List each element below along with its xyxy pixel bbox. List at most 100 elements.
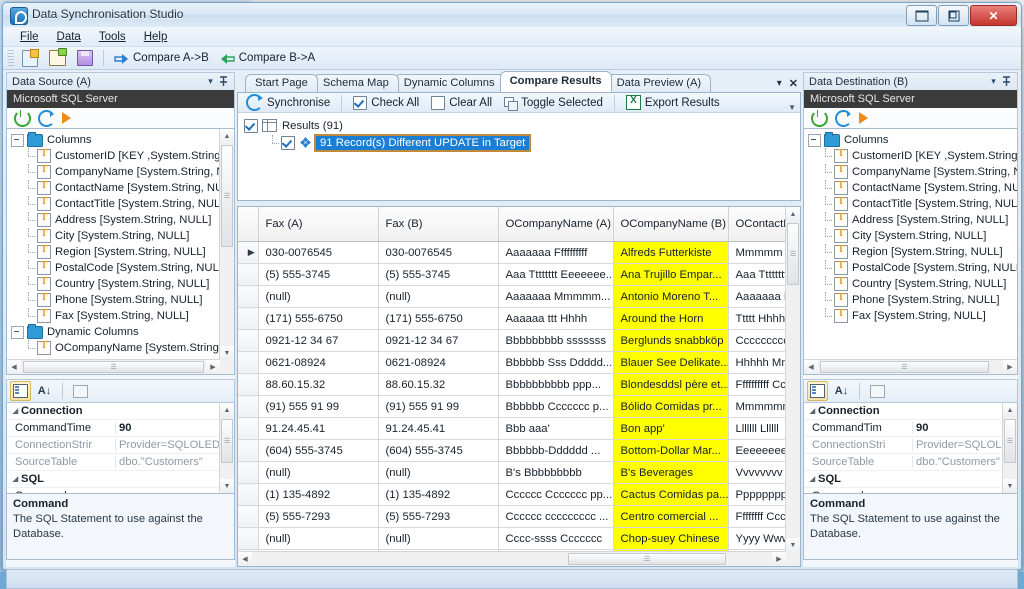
row-selector-cell[interactable]	[238, 484, 258, 506]
scroll-left-arrow[interactable]: ◀	[7, 360, 21, 374]
table-cell[interactable]: Aaa Tttttttt Eeeeeee...	[498, 264, 613, 286]
alphabetical-view-button[interactable]: A↓	[831, 381, 852, 401]
table-cell[interactable]: Bon app'	[613, 418, 728, 440]
expand-icon[interactable]: ◢	[807, 475, 818, 483]
tree-node-column[interactable]: Country [System.String, NULL]	[11, 276, 220, 292]
minimize-button[interactable]	[906, 5, 937, 26]
property-row[interactable]: ConnectionStriProvider=SQLOLEDB;[	[804, 437, 1003, 454]
table-cell[interactable]: Hhhhh Mmmm	[728, 352, 785, 374]
table-cell[interactable]: Aaaaaaa Mmmmm..	[728, 286, 785, 308]
pin-icon[interactable]	[1000, 75, 1013, 88]
row-selector-cell[interactable]	[238, 440, 258, 462]
table-cell[interactable]: 0921-12 34 67	[258, 330, 378, 352]
expand-icon[interactable]: ◢	[807, 407, 818, 415]
table-cell[interactable]: Bbbbbb Sss Ddddd...	[498, 352, 613, 374]
close-button[interactable]: ✕	[970, 5, 1017, 26]
synchronise-button[interactable]: Synchronise	[241, 93, 335, 112]
table-cell[interactable]: 030-0076545	[378, 242, 498, 264]
table-cell[interactable]: Berglunds snabbköp	[613, 330, 728, 352]
table-cell[interactable]: (604) 555-3745	[378, 440, 498, 462]
property-vertical-scrollbar[interactable]: ▲ ☰ ▼	[1002, 403, 1017, 493]
tree-horizontal-scrollbar[interactable]: ◀ ☰ ▶	[804, 359, 1017, 374]
table-cell[interactable]: Lllllll Llllll	[728, 418, 785, 440]
table-cell[interactable]: Antonio Moreno T...	[613, 286, 728, 308]
table-cell[interactable]: (5) 555-7293	[378, 506, 498, 528]
expand-icon[interactable]: ◢	[10, 407, 21, 415]
scroll-up-arrow[interactable]: ▲	[1003, 403, 1017, 417]
scroll-thumb[interactable]: ☰	[221, 419, 233, 463]
property-category[interactable]: ◢Connection	[804, 403, 1003, 420]
table-cell[interactable]: Mmmmmm Ssssss	[728, 396, 785, 418]
property-value[interactable]: dbo."Customers"	[115, 456, 220, 468]
row-selector-cell[interactable]	[238, 330, 258, 352]
table-cell[interactable]: Blondesddsl père et...	[613, 374, 728, 396]
table-cell[interactable]: Aaaaaa ttt Hhhh	[498, 308, 613, 330]
column-header[interactable]: Fax (B)	[378, 207, 498, 242]
property-row[interactable]: ConnectionStrirProvider=SQLOLEDB;Da	[7, 437, 220, 454]
table-cell[interactable]: Cccccc ccccccccc ...	[498, 506, 613, 528]
column-header[interactable]: OCompanyName (B)	[613, 207, 728, 242]
property-row[interactable]: CommandTime90	[7, 420, 220, 437]
menu-item-tools[interactable]: Tools	[90, 30, 135, 44]
tree-node-column[interactable]: Region [System.String, NULL]	[808, 244, 1017, 260]
data-destination-tree[interactable]: Columns CustomerID [KEY ,System.String, …	[803, 128, 1018, 375]
scroll-down-arrow[interactable]: ▼	[786, 538, 800, 552]
table-row[interactable]: (5) 555-3745(5) 555-3745Aaa Tttttttt Eee…	[238, 264, 785, 286]
table-cell[interactable]: Cccc-ssss Ccccccc	[498, 528, 613, 550]
tree-node-column[interactable]: Region [System.String, NULL]	[11, 244, 220, 260]
property-category[interactable]: ◢Connection	[7, 403, 220, 420]
results-child-checkbox[interactable]	[281, 136, 295, 150]
toolbar-overflow-icon[interactable]: ▼	[788, 103, 796, 112]
tree-node-columns[interactable]: Columns	[11, 132, 220, 148]
table-cell[interactable]: Aaaaaaa Ffffffffff	[498, 242, 613, 264]
table-row[interactable]: (5) 555-7293(5) 555-7293Cccccc ccccccccc…	[238, 506, 785, 528]
table-row[interactable]: (null)(null)Aaaaaaa Mmmmm...Antonio More…	[238, 286, 785, 308]
tree-node-column[interactable]: City [System.String, NULL]	[11, 228, 220, 244]
tree-node-column[interactable]: Address [System.String, NULL]	[11, 212, 220, 228]
new-project-button[interactable]	[17, 49, 43, 68]
column-header[interactable]: OCompanyName (A)	[498, 207, 613, 242]
table-cell[interactable]: (91) 555 91 99	[378, 396, 498, 418]
toolbar-grip[interactable]	[7, 50, 14, 66]
table-cell[interactable]: Alfreds Futterkiste	[613, 242, 728, 264]
export-results-button[interactable]: Export Results	[621, 94, 725, 111]
table-cell[interactable]: (171) 555-6750	[378, 308, 498, 330]
property-value[interactable]: Provider=SQLOLEDB;[	[912, 439, 1003, 451]
tree-node-column[interactable]: CompanyName [System.String, N	[808, 164, 1017, 180]
tree-node-column[interactable]: Fax [System.String, NULL]	[11, 308, 220, 324]
expand-icon[interactable]: ◢	[10, 475, 21, 483]
scroll-up-arrow[interactable]: ▲	[220, 403, 234, 417]
table-cell[interactable]: (5) 555-3745	[258, 264, 378, 286]
table-cell[interactable]: Around the Horn	[613, 308, 728, 330]
tree-node-column[interactable]: PostalCode [System.String, NULL]	[808, 260, 1017, 276]
property-row[interactable]: SourceTabledbo."Customers"	[7, 454, 220, 471]
power-icon[interactable]	[811, 110, 828, 127]
tree-node-columns[interactable]: Columns	[808, 132, 1017, 148]
row-selector-cell[interactable]	[238, 506, 258, 528]
table-cell[interactable]: (null)	[258, 286, 378, 308]
scroll-down-arrow[interactable]: ▼	[1003, 479, 1017, 493]
tree-node-column[interactable]: CompanyName [System.String, N	[11, 164, 220, 180]
table-cell[interactable]: Aaa Tttttttt	[728, 264, 785, 286]
table-row[interactable]: (null)(null)B's BbbbbbbbbB's BeveragesVv…	[238, 462, 785, 484]
property-value[interactable]: Provider=SQLOLEDB;Da	[115, 439, 220, 451]
table-cell[interactable]: Cactus Comidas pa...	[613, 484, 728, 506]
table-cell[interactable]: Cccccc Ccccccc pp...	[498, 484, 613, 506]
row-selector-cell[interactable]	[238, 286, 258, 308]
source-property-grid[interactable]: ◢ConnectionCommandTime90ConnectionStrirP…	[6, 403, 235, 494]
scroll-right-arrow[interactable]: ▶	[1003, 360, 1017, 374]
play-icon[interactable]	[859, 112, 868, 124]
table-cell[interactable]: 030-0076545	[258, 242, 378, 264]
alphabetical-view-button[interactable]: A↓	[34, 381, 55, 401]
menu-item-data[interactable]: Data	[48, 30, 90, 44]
panel-menu-icon[interactable]: ▾	[204, 75, 217, 88]
tree-node-column[interactable]: Phone [System.String, NULL]	[11, 292, 220, 308]
property-value[interactable]: dbo."Customers"	[912, 456, 1003, 468]
table-cell[interactable]: (null)	[378, 286, 498, 308]
tab-schema-map[interactable]: Schema Map	[313, 74, 399, 92]
table-cell[interactable]: (1) 135-4892	[258, 484, 378, 506]
row-selector-cell[interactable]	[238, 308, 258, 330]
maximize-button[interactable]	[938, 5, 969, 26]
property-value[interactable]: 90	[115, 422, 220, 434]
row-selector-cell[interactable]	[238, 374, 258, 396]
